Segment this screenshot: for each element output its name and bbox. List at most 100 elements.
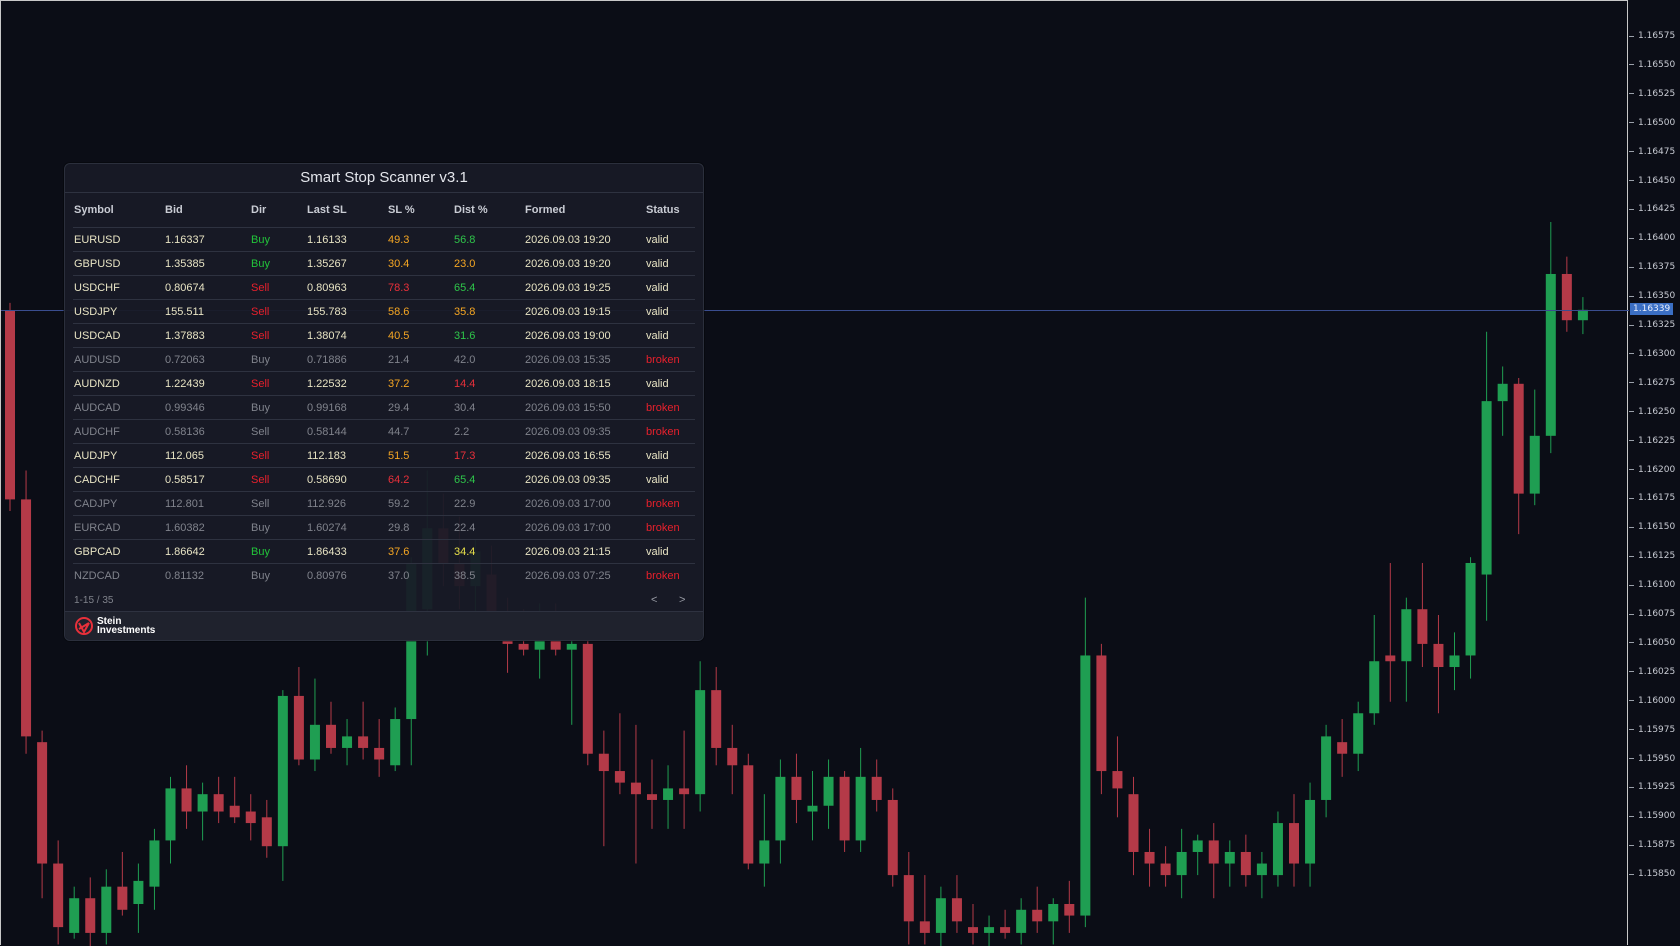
bearish-candle[interactable] bbox=[21, 499, 32, 737]
bearish-candle[interactable] bbox=[53, 863, 64, 928]
bullish-candle[interactable] bbox=[342, 736, 353, 748]
bearish-candle[interactable] bbox=[518, 643, 529, 650]
bullish-candle[interactable] bbox=[197, 794, 208, 812]
bullish-candle[interactable] bbox=[1545, 273, 1556, 436]
bullish-candle[interactable] bbox=[101, 886, 112, 933]
bearish-candle[interactable] bbox=[1337, 742, 1348, 754]
col-status[interactable]: Status bbox=[645, 193, 695, 228]
scanner-panel[interactable]: Smart Stop Scanner v3.1 Symbol Bid Dir L… bbox=[64, 163, 704, 641]
bullish-candle[interactable] bbox=[1529, 435, 1540, 494]
bullish-candle[interactable] bbox=[1176, 851, 1187, 876]
price-axis[interactable]: 1.16575 1.16550 1.16525 1.16500 1.16475 1.164… bbox=[1629, 0, 1680, 945]
bearish-candle[interactable] bbox=[117, 886, 128, 910]
bearish-candle[interactable] bbox=[1000, 927, 1011, 933]
bearish-candle[interactable] bbox=[213, 794, 224, 812]
bullish-candle[interactable] bbox=[695, 690, 706, 795]
table-row[interactable]: GBPUSD 1.35385 Buy 1.35267 30.4 23.0 2026.09.0… bbox=[73, 251, 695, 276]
bullish-candle[interactable] bbox=[1272, 823, 1283, 876]
table-row[interactable]: CADCHF 0.58517 Sell 0.58690 64.2 65.4 2026.09.… bbox=[73, 467, 695, 492]
bearish-candle[interactable] bbox=[326, 724, 336, 748]
bearish-candle[interactable] bbox=[1064, 904, 1075, 916]
bearish-candle[interactable] bbox=[1128, 794, 1139, 852]
bullish-candle[interactable] bbox=[149, 840, 160, 887]
bullish-candle[interactable] bbox=[1497, 383, 1508, 402]
bullish-candle[interactable] bbox=[1016, 909, 1027, 933]
bullish-candle[interactable] bbox=[1465, 562, 1476, 656]
bullish-candle[interactable] bbox=[1353, 713, 1364, 754]
bearish-candle[interactable] bbox=[887, 799, 898, 876]
bullish-candle[interactable] bbox=[1321, 736, 1332, 800]
bullish-candle[interactable] bbox=[1449, 655, 1460, 668]
table-row[interactable]: USDCAD 1.37883 Sell 1.38074 40.5 31.6 2026.09.… bbox=[73, 323, 695, 348]
bullish-candle[interactable] bbox=[1305, 799, 1316, 864]
bearish-candle[interactable] bbox=[614, 771, 625, 783]
bullish-candle[interactable] bbox=[133, 880, 144, 904]
table-row[interactable]: AUDCAD 0.99346 Buy 0.99168 29.4 30.4 2026.09.0… bbox=[73, 395, 695, 420]
bearish-candle[interactable] bbox=[919, 921, 930, 933]
bearish-candle[interactable] bbox=[711, 690, 722, 748]
bearish-candle[interactable] bbox=[582, 643, 593, 754]
table-row[interactable]: CADJPY 112.801 Sell 112.926 59.2 22.9 2026.09.… bbox=[73, 491, 695, 516]
bearish-candle[interactable] bbox=[968, 927, 978, 933]
bearish-candle[interactable] bbox=[1561, 273, 1572, 321]
bullish-candle[interactable] bbox=[566, 643, 577, 650]
bearish-candle[interactable] bbox=[1289, 823, 1299, 864]
panel-title[interactable]: Smart Stop Scanner v3.1 bbox=[65, 164, 703, 193]
next-page-button[interactable]: > bbox=[679, 594, 685, 606]
bullish-candle[interactable] bbox=[1481, 401, 1492, 575]
bearish-candle[interactable] bbox=[791, 776, 802, 800]
bullish-candle[interactable] bbox=[1224, 851, 1235, 864]
bearish-candle[interactable] bbox=[374, 747, 385, 760]
bearish-candle[interactable] bbox=[1513, 383, 1524, 494]
prev-page-button[interactable]: < bbox=[651, 594, 657, 606]
bearish-candle[interactable] bbox=[245, 811, 256, 824]
bullish-candle[interactable] bbox=[855, 776, 866, 841]
bearish-candle[interactable] bbox=[1433, 643, 1444, 668]
bearish-candle[interactable] bbox=[598, 753, 609, 772]
bearish-candle[interactable] bbox=[5, 310, 15, 500]
col-sl-pct[interactable]: SL % bbox=[387, 193, 453, 228]
bullish-candle[interactable] bbox=[823, 776, 834, 806]
bullish-candle[interactable] bbox=[1369, 661, 1380, 714]
bearish-candle[interactable] bbox=[839, 776, 850, 841]
bearish-candle[interactable] bbox=[1096, 655, 1107, 772]
col-last-sl[interactable]: Last SL bbox=[306, 193, 387, 228]
table-row[interactable]: EURUSD 1.16337 Buy 1.16133 49.3 56.8 2026.09.0… bbox=[73, 227, 695, 252]
bullish-candle[interactable] bbox=[935, 898, 946, 933]
bearish-candle[interactable] bbox=[679, 788, 690, 795]
table-row[interactable]: AUDNZD 1.22439 Sell 1.22532 37.2 14.4 2026.09.… bbox=[73, 371, 695, 396]
bearish-candle[interactable] bbox=[743, 765, 754, 864]
col-dist-pct[interactable]: Dist % bbox=[453, 193, 524, 228]
table-row[interactable]: USDCHF 0.80674 Sell 0.80963 78.3 65.4 2026.09.… bbox=[73, 275, 695, 300]
bullish-candle[interactable] bbox=[277, 695, 288, 847]
bullish-candle[interactable] bbox=[775, 776, 786, 841]
bullish-candle[interactable] bbox=[1048, 904, 1059, 922]
col-symbol[interactable]: Symbol bbox=[73, 193, 164, 228]
table-row[interactable]: GBPCAD 1.86642 Buy 1.86433 37.6 34.4 2026.09.0… bbox=[73, 539, 695, 564]
bearish-candle[interactable] bbox=[1240, 851, 1251, 876]
table-row[interactable]: NZDCAD 0.81132 Buy 0.80976 37.0 38.5 2026.09.0… bbox=[73, 563, 695, 587]
bearish-candle[interactable] bbox=[647, 794, 657, 800]
bullish-candle[interactable] bbox=[759, 840, 770, 864]
table-row[interactable]: AUDCHF 0.58136 Sell 0.58144 44.7 2.2 2026.09.0… bbox=[73, 419, 695, 444]
bullish-candle[interactable] bbox=[1256, 863, 1267, 876]
bearish-candle[interactable] bbox=[951, 898, 962, 922]
bearish-candle[interactable] bbox=[903, 875, 914, 922]
table-row[interactable]: AUDUSD 0.72063 Buy 0.71886 21.4 42.0 2026.09.0… bbox=[73, 347, 695, 372]
bullish-candle[interactable] bbox=[663, 788, 674, 800]
bullish-candle[interactable] bbox=[807, 805, 818, 812]
bearish-candle[interactable] bbox=[1208, 840, 1219, 864]
bullish-candle[interactable] bbox=[309, 724, 320, 760]
bearish-candle[interactable] bbox=[261, 817, 272, 847]
stein-investments-logo[interactable]: Stein Investments bbox=[74, 616, 155, 636]
bearish-candle[interactable] bbox=[1160, 863, 1171, 876]
bearish-candle[interactable] bbox=[85, 898, 96, 933]
bearish-candle[interactable] bbox=[1144, 851, 1155, 864]
bearish-candle[interactable] bbox=[871, 776, 882, 800]
bearish-candle[interactable] bbox=[229, 805, 240, 818]
bearish-candle[interactable] bbox=[181, 788, 192, 812]
table-row[interactable]: USDJPY 155.511 Sell 155.783 58.6 35.8 2026.09.… bbox=[73, 299, 695, 324]
bearish-candle[interactable] bbox=[358, 736, 369, 748]
table-row[interactable]: AUDJPY 112.065 Sell 112.183 51.5 17.3 2026.09.… bbox=[73, 443, 695, 468]
bullish-candle[interactable] bbox=[1401, 609, 1412, 662]
